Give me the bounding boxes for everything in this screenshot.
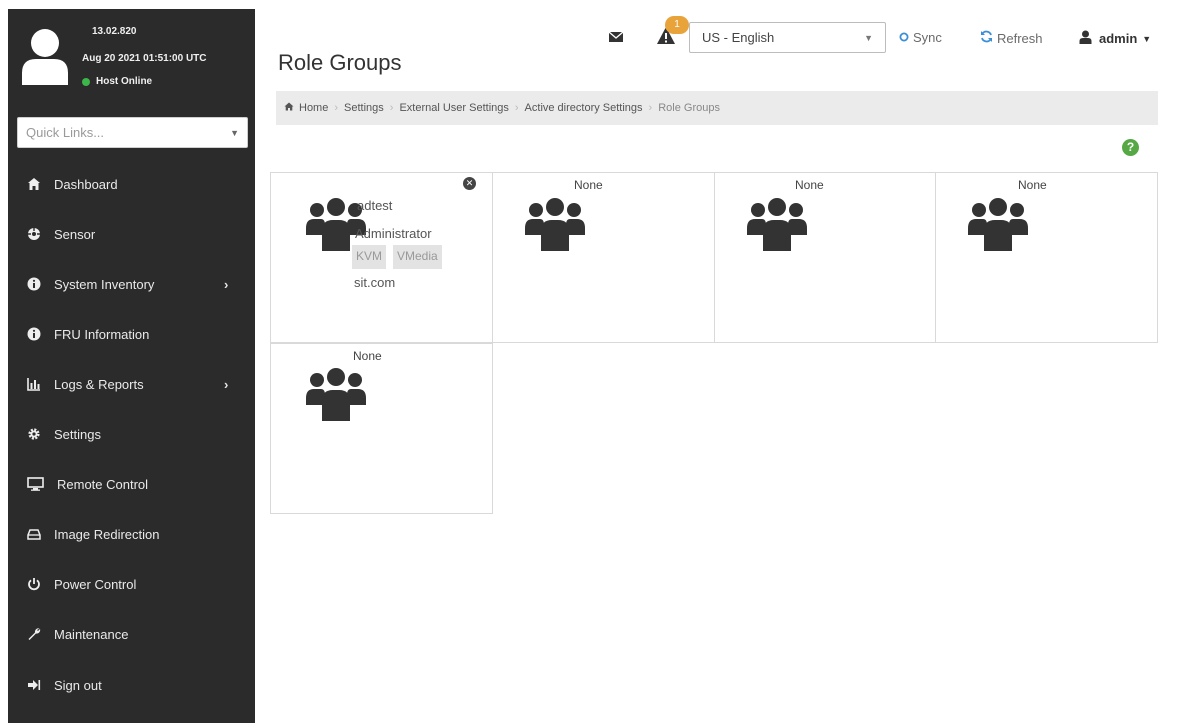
role-group-card[interactable]: None xyxy=(492,172,715,343)
gear-icon xyxy=(27,427,41,441)
sidebar-item-dashboard[interactable]: Dashboard xyxy=(8,160,255,208)
sidebar-item-sign-out[interactable]: Sign out xyxy=(8,661,255,709)
sidebar-item-label: FRU Information xyxy=(54,326,150,342)
delete-icon[interactable]: ✕ xyxy=(463,177,476,190)
user-group-icon xyxy=(968,198,1028,251)
sync-label: Sync xyxy=(913,30,942,45)
monitor-icon xyxy=(27,477,44,491)
language-selected: US - English xyxy=(702,30,775,45)
sidebar-item-label: Sign out xyxy=(54,677,102,693)
chevron-right-icon: › xyxy=(224,276,229,292)
power-icon xyxy=(27,577,41,591)
privilege-tag: VMedia xyxy=(393,245,442,269)
refresh-label: Refresh xyxy=(997,30,1043,46)
user-panel: 13.02.820 Aug 20 2021 01:51:00 UTC Host … xyxy=(8,9,255,103)
sidebar-item-remote-control[interactable]: Remote Control xyxy=(8,460,255,508)
role-group-name: None xyxy=(1018,178,1047,192)
host-status: Host Online xyxy=(82,76,152,87)
refresh-icon xyxy=(980,30,993,46)
role-group-card[interactable]: None xyxy=(270,343,493,514)
language-select[interactable]: US - English ▼ xyxy=(689,22,886,53)
chevron-down-icon: ▼ xyxy=(230,127,239,138)
page-title: Role Groups xyxy=(278,50,402,75)
breadcrumb-current: Role Groups xyxy=(658,102,720,114)
role-group-name: None xyxy=(353,349,382,363)
sidebar-item-label: Maintenance xyxy=(54,626,129,642)
user-group-icon xyxy=(306,368,366,421)
info-icon xyxy=(27,327,41,341)
quick-links-select[interactable]: Quick Links... ▼ xyxy=(17,117,248,148)
sidebar-item-label: Dashboard xyxy=(54,176,118,192)
sidebar-item-label: Logs & Reports xyxy=(54,376,144,392)
breadcrumb: Home › Settings › External User Settings… xyxy=(276,91,1158,125)
sidebar: 13.02.820 Aug 20 2021 01:51:00 UTC Host … xyxy=(8,9,255,723)
sidebar-item-sensor[interactable]: Sensor xyxy=(8,210,255,258)
user-group-icon xyxy=(747,198,807,251)
chevron-right-icon: › xyxy=(224,376,229,392)
sidebar-item-image-redirection[interactable]: Image Redirection xyxy=(8,510,255,558)
sidebar-item-label: Remote Control xyxy=(57,476,149,492)
wrench-icon xyxy=(27,627,41,641)
role-group-domain: sit.com xyxy=(354,275,396,290)
user-icon xyxy=(1079,30,1092,47)
user-group-icon xyxy=(525,198,585,251)
help-icon[interactable]: ? xyxy=(1122,139,1139,156)
build-date: Aug 20 2021 01:51:00 UTC xyxy=(82,53,207,64)
sync-button[interactable]: Sync xyxy=(899,30,942,45)
breadcrumb-separator: › xyxy=(648,102,653,114)
sidebar-item-system-inventory[interactable]: System Inventory › xyxy=(8,260,255,308)
info-icon xyxy=(27,277,41,291)
mail-icon[interactable] xyxy=(608,30,624,44)
role-group-card[interactable]: adtest Administrator KVM VMedia sit.com … xyxy=(270,172,493,343)
role-group-name: None xyxy=(795,178,824,192)
user-avatar-icon xyxy=(22,29,68,85)
breadcrumb-separator: › xyxy=(514,102,519,114)
breadcrumb-separator: › xyxy=(389,102,394,114)
breadcrumb-home[interactable]: Home xyxy=(299,102,328,114)
sidebar-item-settings[interactable]: Settings xyxy=(8,410,255,458)
host-status-label: Host Online xyxy=(96,76,153,87)
sidebar-item-fru-information[interactable]: FRU Information xyxy=(8,310,255,358)
sync-icon xyxy=(899,30,909,45)
user-menu[interactable]: admin ▼ xyxy=(1079,30,1151,47)
dashboard-icon xyxy=(27,177,41,191)
sidebar-item-label: Sensor xyxy=(54,226,96,242)
firmware-version: 13.02.820 xyxy=(92,26,137,37)
sidebar-item-power-control[interactable]: Power Control xyxy=(8,560,255,608)
quick-links-placeholder: Quick Links... xyxy=(26,125,105,140)
bar-chart-icon xyxy=(27,377,41,391)
sidebar-item-label: System Inventory xyxy=(54,276,155,292)
chevron-down-icon: ▼ xyxy=(864,32,873,43)
role-group-privilege: Administrator xyxy=(355,226,432,241)
sidebar-item-label: Settings xyxy=(54,426,101,442)
sidebar-item-label: Power Control xyxy=(54,576,137,592)
sidebar-item-logs-reports[interactable]: Logs & Reports › xyxy=(8,360,255,408)
refresh-button[interactable]: Refresh xyxy=(980,30,1043,46)
sensor-icon xyxy=(27,227,41,241)
sign-out-icon xyxy=(27,678,41,692)
user-label: admin xyxy=(1099,31,1138,46)
role-group-card[interactable]: None xyxy=(935,172,1158,343)
breadcrumb-settings[interactable]: Settings xyxy=(344,102,384,114)
breadcrumb-external-user-settings[interactable]: External User Settings xyxy=(399,102,508,114)
breadcrumb-separator: › xyxy=(334,102,339,114)
chevron-down-icon: ▼ xyxy=(1142,33,1152,44)
home-icon xyxy=(284,102,294,114)
role-group-name: adtest xyxy=(357,198,393,213)
drive-icon xyxy=(27,527,41,541)
role-group-name: None xyxy=(574,178,603,192)
sidebar-item-maintenance[interactable]: Maintenance xyxy=(8,610,255,658)
breadcrumb-active-directory-settings[interactable]: Active directory Settings xyxy=(525,102,643,114)
privilege-tag: KVM xyxy=(352,245,387,269)
status-dot-icon xyxy=(82,77,90,86)
alert-count-badge[interactable]: 1 xyxy=(665,16,689,34)
sidebar-item-label: Image Redirection xyxy=(54,526,160,542)
role-group-card[interactable]: None xyxy=(714,172,937,343)
